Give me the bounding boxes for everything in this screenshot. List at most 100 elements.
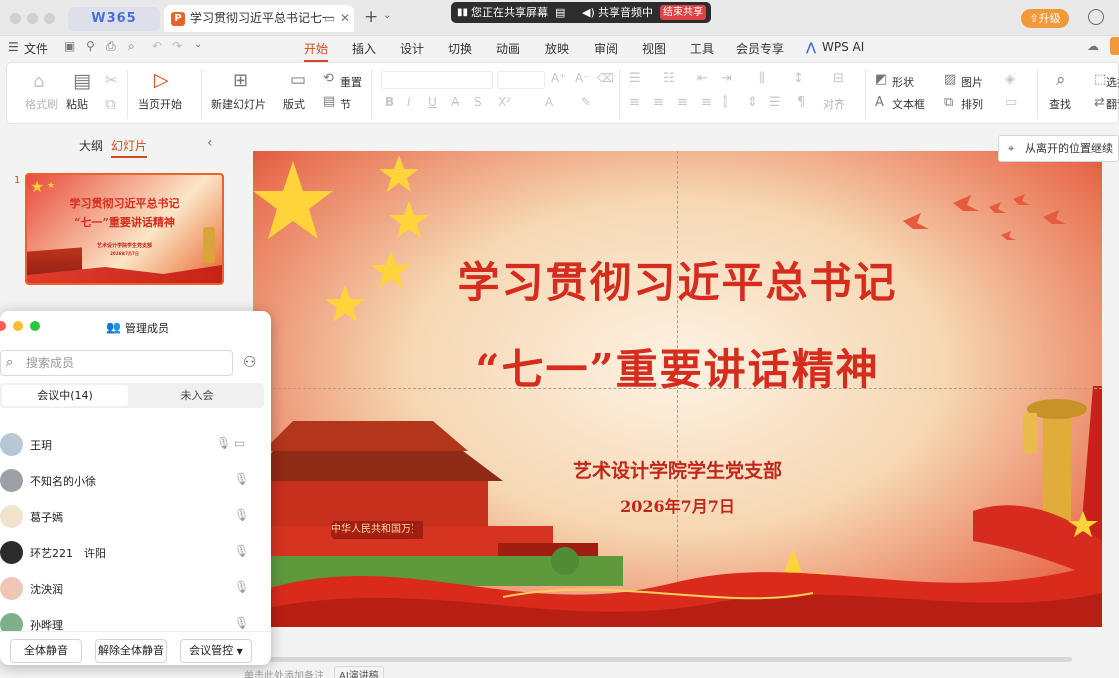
highlight-icon[interactable]: ✎ [581, 95, 591, 109]
textbox-button[interactable]: 文本框 [892, 96, 925, 112]
hamburger-icon[interactable]: ☰ [8, 40, 19, 54]
select-button[interactable]: 选择 [1106, 74, 1119, 90]
print-preview-icon[interactable]: ⌕ [128, 39, 135, 54]
arrange-button[interactable]: 排列 [961, 96, 983, 112]
align-button[interactable]: 对齐 [823, 96, 845, 112]
panel-zoom-button[interactable] [30, 321, 40, 331]
align-left-icon[interactable]: ≡ [629, 95, 640, 110]
camera-off-icon[interactable]: ▭ [234, 436, 245, 450]
indent-increase-icon[interactable]: ⇥ [721, 71, 732, 86]
member-row[interactable]: 不知名的小徐 🎙 [0, 463, 262, 499]
resume-position-tip[interactable]: ⌖ 从离开的位置继续 [998, 135, 1119, 162]
paragraph-spacing-icon[interactable]: ☰ [769, 95, 781, 110]
muted-mic-icon[interactable]: 🎙 [234, 580, 249, 594]
play-from-current-button[interactable]: 当页开始 [138, 96, 182, 112]
wps-home-tab[interactable]: W365 [68, 7, 160, 31]
clear-format-icon[interactable]: ⌫ [597, 71, 614, 85]
cut-icon[interactable]: ✂ [105, 71, 118, 89]
outline-icon[interactable]: ▭ [1005, 95, 1017, 110]
window-close-button[interactable] [10, 13, 21, 24]
horizontal-scrollbar[interactable] [234, 657, 1072, 662]
mute-all-button[interactable]: 全体静音 [10, 639, 82, 663]
format-painter-button[interactable]: 格式刷 [25, 96, 58, 112]
text-direction-icon[interactable]: ↕ [793, 71, 804, 86]
save-icon[interactable]: ▣ [64, 39, 75, 53]
shapes-button[interactable]: 形状 [892, 74, 914, 90]
member-search-input[interactable]: ⌕ 搜索成员 [0, 350, 233, 376]
print-icon[interactable]: ⎙ [106, 39, 116, 54]
undo-icon[interactable]: ↶ [152, 39, 162, 53]
tab-design[interactable]: 设计 [400, 40, 424, 57]
member-row[interactable]: 沈泱润 🎙 [0, 571, 262, 607]
tab-wps-ai[interactable]: WPS AI [822, 40, 864, 54]
align-right-icon[interactable]: ≡ [677, 95, 688, 110]
slide-organization[interactable]: 艺术设计学院学生党支部 [253, 456, 1102, 483]
file-menu[interactable]: 文件 [24, 40, 48, 57]
translate-button[interactable]: 翻译 [1106, 96, 1119, 112]
member-row[interactable]: 葛子嫣 🎙 [0, 499, 262, 535]
end-share-button[interactable]: 结束共享 [660, 5, 706, 20]
find-button[interactable]: 查找 [1049, 96, 1071, 112]
shadow-icon[interactable]: S [474, 95, 482, 109]
muted-mic-icon[interactable]: 🎙 [234, 616, 249, 630]
indent-decrease-icon[interactable]: ⇤ [697, 71, 708, 86]
cloud-upload-icon[interactable]: ☁ [1087, 39, 1099, 53]
font-color-icon[interactable]: A [545, 95, 553, 109]
line-spacing-icon[interactable]: ⇕ [747, 95, 758, 110]
slides-tab[interactable]: 幻灯片 [111, 137, 148, 158]
tab-view[interactable]: 视图 [642, 40, 666, 57]
new-slide-button[interactable]: 新建幻灯片 [211, 96, 266, 112]
member-list[interactable]: 王玥 🎙 ▭ 不知名的小徐 🎙 葛子嫣 🎙 环艺221 许阳 🎙 沈泱润 🎙 孙… [0, 410, 262, 632]
tab-animation[interactable]: 动画 [496, 40, 520, 57]
slide-title-line1[interactable]: 学习贯彻习近平总书记 [253, 249, 1102, 310]
window-zoom-button[interactable] [44, 13, 55, 24]
strikethrough-icon[interactable]: A̶ [451, 95, 459, 109]
copy-icon[interactable]: ⧉ [105, 95, 116, 113]
layout-button[interactable]: 版式 [283, 96, 305, 112]
member-row[interactable]: 王玥 🎙 ▭ [0, 427, 262, 463]
tab-tools[interactable]: 工具 [690, 40, 714, 57]
close-tab-icon[interactable]: ✕ [340, 5, 350, 32]
italic-icon[interactable]: I [407, 95, 411, 109]
tab-transition[interactable]: 切换 [448, 40, 472, 57]
more-chevron-icon[interactable]: ⌄ [194, 39, 202, 50]
upgrade-button[interactable]: ⇧升级 [1021, 9, 1069, 28]
superscript-icon[interactable]: X² [498, 95, 511, 109]
muted-mic-icon[interactable]: 🎙 [234, 472, 249, 486]
font-family-select[interactable] [381, 71, 493, 89]
meeting-control-button[interactable]: 会议管控 ▼ [180, 639, 252, 663]
font-grow-icon[interactable]: A⁺ [551, 71, 566, 85]
tab-in-meeting[interactable]: 会议中(14) [2, 385, 128, 406]
member-row[interactable]: 孙晔理 🎙 [0, 607, 262, 632]
fill-icon[interactable]: ◈ [1005, 72, 1015, 87]
tab-member[interactable]: 会员专享 [736, 40, 784, 57]
tab-insert[interactable]: 插入 [352, 40, 376, 57]
user-avatar-icon[interactable] [1088, 9, 1104, 25]
slide-canvas[interactable]: 学习贯彻习近平总书记 “七一”重要讲话精神 艺术设计学院学生党支部 2026年7… [253, 151, 1102, 627]
paste-button[interactable]: 粘贴 [66, 96, 88, 112]
justify-icon[interactable]: ≡ [701, 95, 712, 110]
panel-close-button[interactable] [0, 321, 6, 331]
slide-thumbnail[interactable]: ★ ★ 学习贯彻习近平总书记 “七一”重要讲话精神 艺术设计学院学生党支部 20… [25, 173, 224, 285]
underline-icon[interactable]: U [428, 95, 437, 109]
tab-slideshow[interactable]: 放映 [545, 40, 569, 57]
member-row[interactable]: 环艺221 许阳 🎙 [0, 535, 262, 571]
new-tab-button[interactable]: + [364, 7, 378, 27]
slide-title-line2[interactable]: “七一”重要讲话精神 [253, 336, 1102, 397]
muted-mic-icon[interactable]: 🎙 [216, 436, 231, 450]
tab-home[interactable]: 开始 [304, 40, 329, 62]
reset-button[interactable]: 重置 [340, 74, 362, 90]
collapse-pane-icon[interactable]: ‹ [207, 135, 213, 151]
tab-not-joined[interactable]: 未入会 [132, 385, 262, 406]
font-shrink-icon[interactable]: A⁻ [575, 71, 590, 85]
vertical-align-icon[interactable]: ⊟ [833, 71, 844, 86]
panel-minimize-button[interactable] [13, 321, 23, 331]
invite-member-icon[interactable]: ⚇ [243, 353, 256, 371]
notes-hint[interactable]: 单击此处添加备注 [244, 667, 324, 678]
outline-tab[interactable]: 大纲 [79, 137, 103, 154]
document-tab[interactable]: P 学习贯彻习近平总书记七一 ▭ ✕ [164, 5, 354, 32]
muted-mic-icon[interactable]: 🎙 [234, 508, 249, 522]
align-center-icon[interactable]: ≡ [653, 95, 664, 110]
distribute-icon[interactable]: ⫿ [723, 95, 727, 110]
number-list-icon[interactable]: ☷ [663, 71, 675, 86]
